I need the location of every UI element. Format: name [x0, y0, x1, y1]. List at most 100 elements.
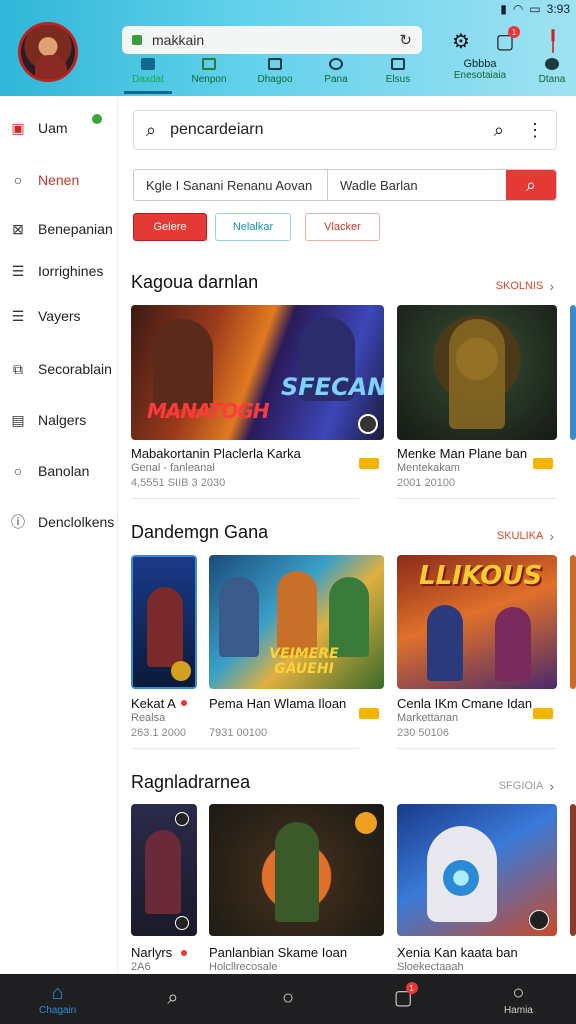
game-title[interactable]: Pema Han Wlama Iloan	[209, 696, 346, 711]
notification-badge: 1	[508, 26, 520, 38]
game-title[interactable]: Menke Man Plane ban	[397, 446, 527, 461]
sidebar: ▣ Uam ○ Nenen ⊠ Benepanian ☰ Iorrighines…	[0, 96, 118, 974]
signal-icon: ▮	[500, 2, 507, 16]
tab-pana[interactable]: Pana	[316, 58, 356, 94]
tab-dtana[interactable]: Dtana	[532, 58, 572, 94]
chip-nelalkar[interactable]: Nelalkar	[215, 213, 291, 241]
user-icon	[545, 58, 559, 70]
character-art	[427, 605, 463, 681]
game-meta: 4,5551 SIIB 3 2030	[131, 477, 226, 489]
tab-daxdat[interactable]: Daxdat	[124, 58, 172, 94]
see-more-link[interactable]: SKULIKA ›	[497, 528, 554, 544]
game-title[interactable]: Narlyrs	[131, 945, 172, 960]
divider	[397, 498, 557, 499]
search-icon: ⌕	[146, 119, 157, 140]
filter-field-2[interactable]: Wadle Barlan	[328, 170, 506, 200]
sidebar-item-iorrighines[interactable]: ☰ Iorrighines	[10, 259, 118, 283]
search-icon[interactable]: ⌕	[494, 120, 504, 141]
game-thumbnail[interactable]: VEIMERE GAUEHI	[209, 555, 384, 689]
game-title[interactable]: Kekat A	[131, 696, 176, 711]
section-title: Ragnladrarnea	[131, 772, 251, 792]
game-thumbnail[interactable]	[397, 305, 557, 440]
character-art	[275, 822, 319, 922]
badge-icon	[175, 812, 189, 826]
game-thumbnail-partial[interactable]	[570, 804, 576, 936]
game-subtitle: Markettanan	[397, 712, 459, 724]
notification-icon[interactable]: ▢ 1	[492, 26, 520, 54]
nav-square[interactable]: ▢ 1	[346, 974, 461, 1024]
character-art	[449, 319, 505, 429]
sidebar-item-vayers[interactable]: ☰ Vayers	[10, 304, 118, 328]
see-more-link[interactable]: SKOLNIS ›	[496, 278, 554, 294]
grid-icon	[141, 58, 155, 70]
status-time: 3:93	[546, 2, 570, 16]
puzzle-icon: ⧉	[13, 360, 23, 377]
circle-icon: ○	[13, 463, 23, 479]
game-thumbnail[interactable]	[209, 804, 384, 936]
sidebar-item-uam[interactable]: ▣ Uam	[10, 114, 118, 140]
heart-icon	[181, 950, 187, 956]
tab-elsus[interactable]: Elsus	[378, 58, 418, 94]
divider	[131, 498, 359, 499]
sidebar-item-denclolkens[interactable]: ⓘ Denclolkens	[10, 510, 118, 534]
character-art	[147, 587, 183, 667]
tab-nenpon[interactable]: Nenpon	[184, 58, 234, 94]
game-meta: 2001 20100	[397, 477, 456, 489]
sidebar-item-secorablain[interactable]: ⧉ Secorablain	[10, 357, 118, 381]
game-thumbnail-partial[interactable]	[570, 305, 576, 440]
gear-icon[interactable]: ⚙	[448, 28, 474, 54]
more-vert-icon[interactable]: ⋮	[526, 120, 544, 141]
game-title[interactable]: Xenia Kan kaata ban	[397, 945, 518, 960]
see-more-link[interactable]: SFGIOIA ›	[499, 778, 554, 794]
list-icon: ☰	[11, 262, 25, 279]
game-title[interactable]: Panlanbian Skame Ioan	[209, 945, 347, 960]
nav-profile[interactable]: ○ Hamia	[461, 974, 576, 1024]
section-title: Kagoua darnlan	[131, 272, 259, 292]
game-thumbnail[interactable]	[131, 804, 197, 936]
character-art	[153, 319, 213, 409]
sidebar-item-banolan[interactable]: ○ Banolan	[10, 459, 118, 483]
url-bar[interactable]: makkain ↻	[122, 26, 422, 54]
game-thumbnail[interactable]: LLIKOUS	[397, 555, 557, 689]
sidebar-item-benepanian[interactable]: ⊠ Benepanian	[10, 217, 118, 241]
search-button[interactable]: ⌕	[506, 170, 556, 200]
badge-icon	[175, 916, 189, 930]
game-subtitle: Sloekectaaah	[397, 961, 464, 973]
sidebar-item-nenen[interactable]: ○ Nenen	[10, 168, 118, 192]
game-title[interactable]: Cenla IKm Cmane Idan	[397, 696, 532, 711]
chevron-right-icon: ›	[549, 778, 554, 794]
chip-gelere[interactable]: Gelere	[133, 213, 207, 241]
game-subtitle: Realsa	[131, 712, 166, 724]
divider	[131, 748, 359, 749]
nav-home[interactable]: ⌂ Chagain	[0, 974, 115, 1024]
list-icon: ☰	[11, 307, 25, 324]
divider	[397, 748, 557, 749]
filter-field-1[interactable]: Kgle I Sanani Renanu Aovan	[134, 170, 328, 200]
game-thumbnail[interactable]: MANATOGH SFECAN	[131, 305, 384, 440]
search-bar[interactable]: ⌕ pencardeiarn ⌕ ⋮	[133, 110, 557, 150]
nav-circle[interactable]: ○	[230, 974, 345, 1024]
reload-icon[interactable]: ↻	[399, 31, 412, 49]
section-title: Dandemgn Gana	[131, 522, 269, 542]
home-icon: ⌂	[51, 981, 64, 1004]
price-tag-icon	[533, 458, 553, 469]
game-thumbnail[interactable]	[131, 555, 197, 689]
game-thumbnail[interactable]	[397, 804, 557, 936]
sidebar-badge	[92, 114, 102, 124]
character-art	[277, 571, 317, 655]
tab-enesotaiaia[interactable]: Gbbba Enesotaiaia	[442, 58, 518, 94]
url-input[interactable]: makkain	[152, 32, 204, 48]
sidebar-item-nalgers[interactable]: ▤ Nalgers	[10, 408, 118, 432]
price-tag-icon	[533, 708, 553, 719]
avatar[interactable]	[18, 22, 78, 82]
coin-icon	[171, 661, 191, 681]
nav-search[interactable]: ⌕	[115, 974, 230, 1024]
game-thumbnail-partial[interactable]	[570, 555, 576, 689]
mic-icon[interactable]: ╿	[540, 28, 566, 54]
chip-vlacker[interactable]: Vlacker	[305, 213, 380, 241]
game-title[interactable]: Mabakortanin Placlerla Karka	[131, 446, 301, 461]
tab-dhagoo[interactable]: Dhagoo	[250, 58, 300, 94]
search-input[interactable]: pencardeiarn	[170, 121, 263, 139]
heart-icon	[181, 700, 187, 706]
filter-row: Kgle I Sanani Renanu Aovan Wadle Barlan …	[133, 169, 557, 201]
